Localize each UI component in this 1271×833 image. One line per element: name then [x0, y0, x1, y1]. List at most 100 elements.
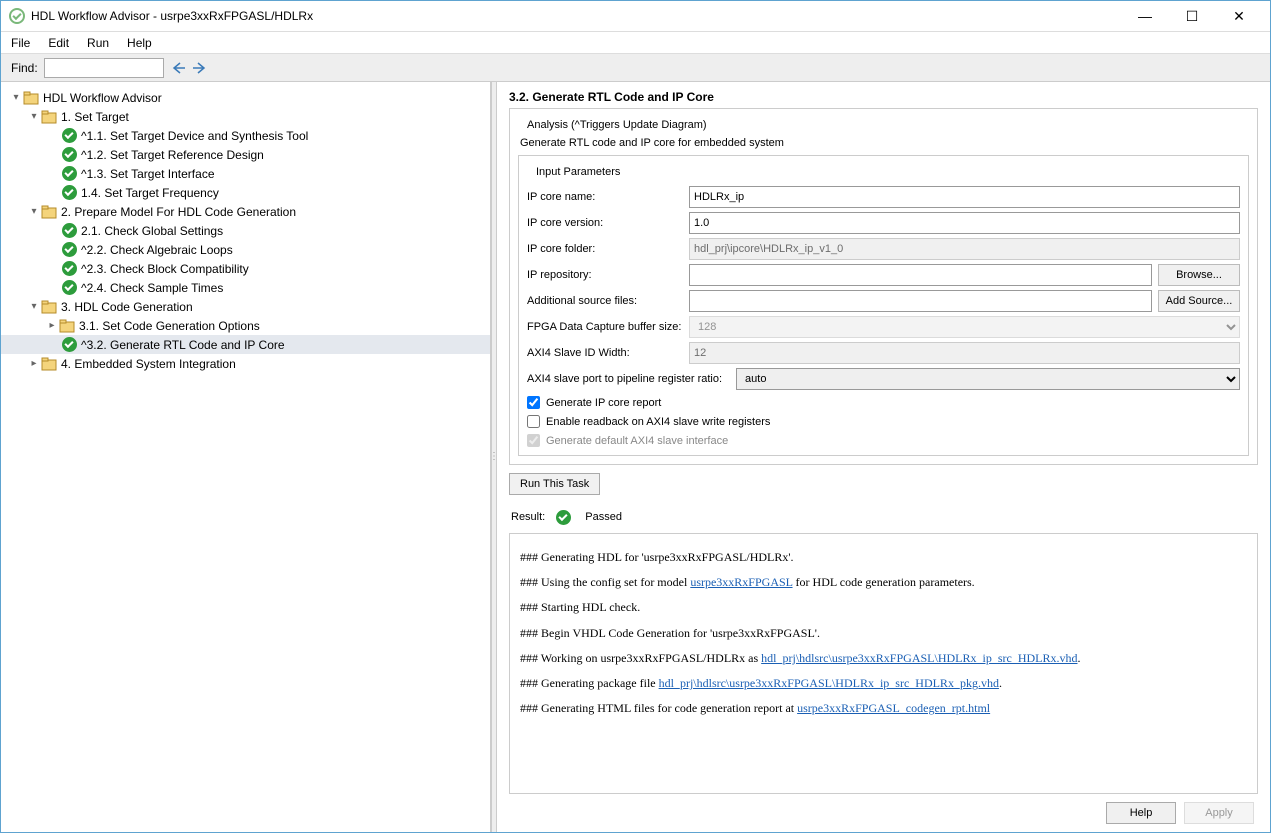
tree-item[interactable]: 2.1. Check Global Settings — [81, 224, 223, 238]
log-output[interactable]: ### Generating HDL for 'usrpe3xxRxFPGASL… — [509, 533, 1258, 794]
buffer-size-label: FPGA Data Capture buffer size: — [527, 321, 683, 333]
menubar: File Edit Run Help — [1, 32, 1270, 54]
folder-icon — [41, 299, 57, 315]
tree-item[interactable]: 2. Prepare Model For HDL Code Generation — [61, 205, 296, 219]
axi-ratio-label: AXI4 slave port to pipeline register rat… — [527, 373, 722, 385]
tree-item[interactable]: 1.4. Set Target Frequency — [81, 186, 219, 200]
folder-icon — [41, 356, 57, 372]
log-link[interactable]: usrpe3xxRxFPGASL_codegen_rpt.html — [797, 701, 990, 715]
check-icon — [61, 280, 77, 296]
check-icon — [61, 223, 77, 239]
log-link[interactable]: hdl_prj\hdlsrc\usrpe3xxRxFPGASL\HDLRx_ip… — [761, 651, 1077, 665]
log-link[interactable]: hdl_prj\hdlsrc\usrpe3xxRxFPGASL\HDLRx_ip… — [659, 676, 999, 690]
ip-repo-label: IP repository: — [527, 269, 683, 281]
folder-icon — [41, 204, 57, 220]
check-icon — [61, 242, 77, 258]
buffer-size-select: 128 — [689, 316, 1240, 338]
menu-edit[interactable]: Edit — [48, 36, 69, 50]
chevron-down-icon[interactable]: ▾ — [9, 92, 23, 103]
browse-button[interactable]: Browse... — [1158, 264, 1240, 286]
find-toolbar: Find: — [1, 54, 1270, 82]
advisor-icon — [23, 90, 39, 106]
run-task-button[interactable]: Run This Task — [509, 473, 600, 495]
analysis-legend: Analysis (^Triggers Update Diagram) — [524, 119, 710, 131]
axi-ratio-select[interactable]: auto — [736, 368, 1240, 390]
axi-id-input — [689, 342, 1240, 364]
log-line: ### Working on usrpe3xxRxFPGASL/HDLRx as — [520, 651, 761, 665]
log-line: for HDL code generation parameters. — [793, 575, 975, 589]
ip-repo-input[interactable] — [689, 264, 1152, 286]
log-line: . — [999, 676, 1002, 690]
log-line: ### Begin VHDL Code Generation for 'usrp… — [520, 626, 820, 640]
ip-version-input[interactable] — [689, 212, 1240, 234]
default-iface-label: Generate default AXI4 slave interface — [546, 435, 728, 447]
ip-version-label: IP core version: — [527, 217, 683, 229]
app-icon — [9, 8, 25, 24]
result-value: Passed — [585, 511, 622, 523]
window-title: HDL Workflow Advisor - usrpe3xxRxFPGASL/… — [31, 9, 1122, 23]
tree-root[interactable]: HDL Workflow Advisor — [43, 91, 162, 105]
find-next-icon[interactable] — [192, 60, 208, 76]
log-link[interactable]: usrpe3xxRxFPGASL — [690, 575, 792, 589]
ip-folder-label: IP core folder: — [527, 243, 683, 255]
tree-item[interactable]: ^1.2. Set Target Reference Design — [81, 148, 264, 162]
ip-name-label: IP core name: — [527, 191, 683, 203]
minimize-button[interactable]: — — [1122, 1, 1168, 31]
ip-name-input[interactable] — [689, 186, 1240, 208]
details-pane: 3.2. Generate RTL Code and IP Core Analy… — [497, 82, 1270, 832]
find-label: Find: — [11, 61, 38, 75]
tree-item[interactable]: ^2.4. Check Sample Times — [81, 281, 223, 295]
menu-file[interactable]: File — [11, 36, 30, 50]
tree-item[interactable]: 3.1. Set Code Generation Options — [79, 319, 260, 333]
chevron-down-icon[interactable]: ▾ — [27, 206, 41, 217]
check-icon — [555, 509, 571, 525]
check-icon — [61, 166, 77, 182]
maximize-button[interactable]: ☐ — [1169, 1, 1215, 31]
result-label: Result: — [511, 511, 545, 523]
tree-item[interactable]: 4. Embedded System Integration — [61, 357, 236, 371]
folder-icon — [41, 109, 57, 125]
titlebar[interactable]: HDL Workflow Advisor - usrpe3xxRxFPGASL/… — [1, 1, 1270, 32]
chevron-down-icon[interactable]: ▾ — [27, 301, 41, 312]
tree-item[interactable]: 1. Set Target — [61, 110, 129, 124]
check-icon — [61, 185, 77, 201]
tree-item[interactable]: ^2.3. Check Block Compatibility — [81, 262, 249, 276]
tree-item[interactable]: ^1.1. Set Target Device and Synthesis To… — [81, 129, 308, 143]
chevron-right-icon[interactable]: ▸ — [27, 358, 41, 369]
find-prev-icon[interactable] — [170, 60, 186, 76]
tree-item-selected[interactable]: ^3.2. Generate RTL Code and IP Core — [81, 338, 285, 352]
report-checkbox[interactable] — [527, 396, 540, 409]
log-line: ### Starting HDL check. — [520, 600, 640, 614]
find-input[interactable] — [44, 58, 164, 78]
chevron-down-icon[interactable]: ▾ — [27, 111, 41, 122]
default-iface-checkbox — [527, 434, 540, 447]
apply-button: Apply — [1184, 802, 1254, 824]
input-legend: Input Parameters — [533, 166, 623, 178]
tree-pane: ▾HDL Workflow Advisor ▾1. Set Target ^1.… — [1, 82, 491, 832]
tree-item[interactable]: ^2.2. Check Algebraic Loops — [81, 243, 233, 257]
check-icon — [61, 337, 77, 353]
readback-checkbox[interactable] — [527, 415, 540, 428]
log-line: ### Generating HTML files for code gener… — [520, 701, 797, 715]
ip-folder-input — [689, 238, 1240, 260]
check-icon — [61, 128, 77, 144]
log-line: ### Generating HDL for 'usrpe3xxRxFPGASL… — [520, 550, 794, 564]
check-icon — [61, 261, 77, 277]
help-button[interactable]: Help — [1106, 802, 1176, 824]
menu-help[interactable]: Help — [127, 36, 152, 50]
tree-item[interactable]: 3. HDL Code Generation — [61, 300, 193, 314]
log-line: . — [1078, 651, 1081, 665]
add-source-input[interactable] — [689, 290, 1152, 312]
chevron-right-icon[interactable]: ▸ — [45, 320, 59, 331]
log-line: ### Generating package file — [520, 676, 659, 690]
report-label: Generate IP core report — [546, 397, 661, 409]
folder-icon — [59, 318, 75, 334]
close-button[interactable]: ✕ — [1216, 1, 1262, 31]
add-source-label: Additional source files: — [527, 295, 683, 307]
menu-run[interactable]: Run — [87, 36, 109, 50]
panel-title: 3.2. Generate RTL Code and IP Core — [509, 90, 1258, 104]
tree-item[interactable]: ^1.3. Set Target Interface — [81, 167, 215, 181]
add-source-button[interactable]: Add Source... — [1158, 290, 1240, 312]
check-icon — [61, 147, 77, 163]
readback-label: Enable readback on AXI4 slave write regi… — [546, 416, 770, 428]
